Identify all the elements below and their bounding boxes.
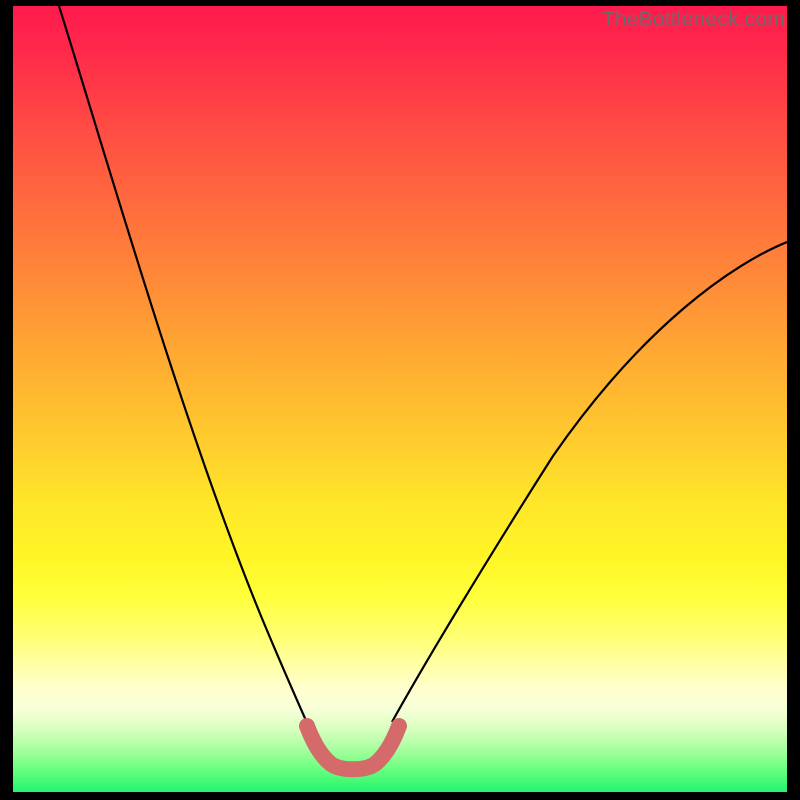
curve-layer	[13, 6, 787, 792]
plot-area	[13, 6, 787, 792]
chart-root: TheBottleneck.com	[0, 0, 800, 800]
watermark-text: TheBottleneck.com	[602, 8, 785, 32]
right-curve	[392, 242, 787, 722]
valley-curve	[307, 726, 399, 769]
left-curve	[59, 6, 315, 741]
